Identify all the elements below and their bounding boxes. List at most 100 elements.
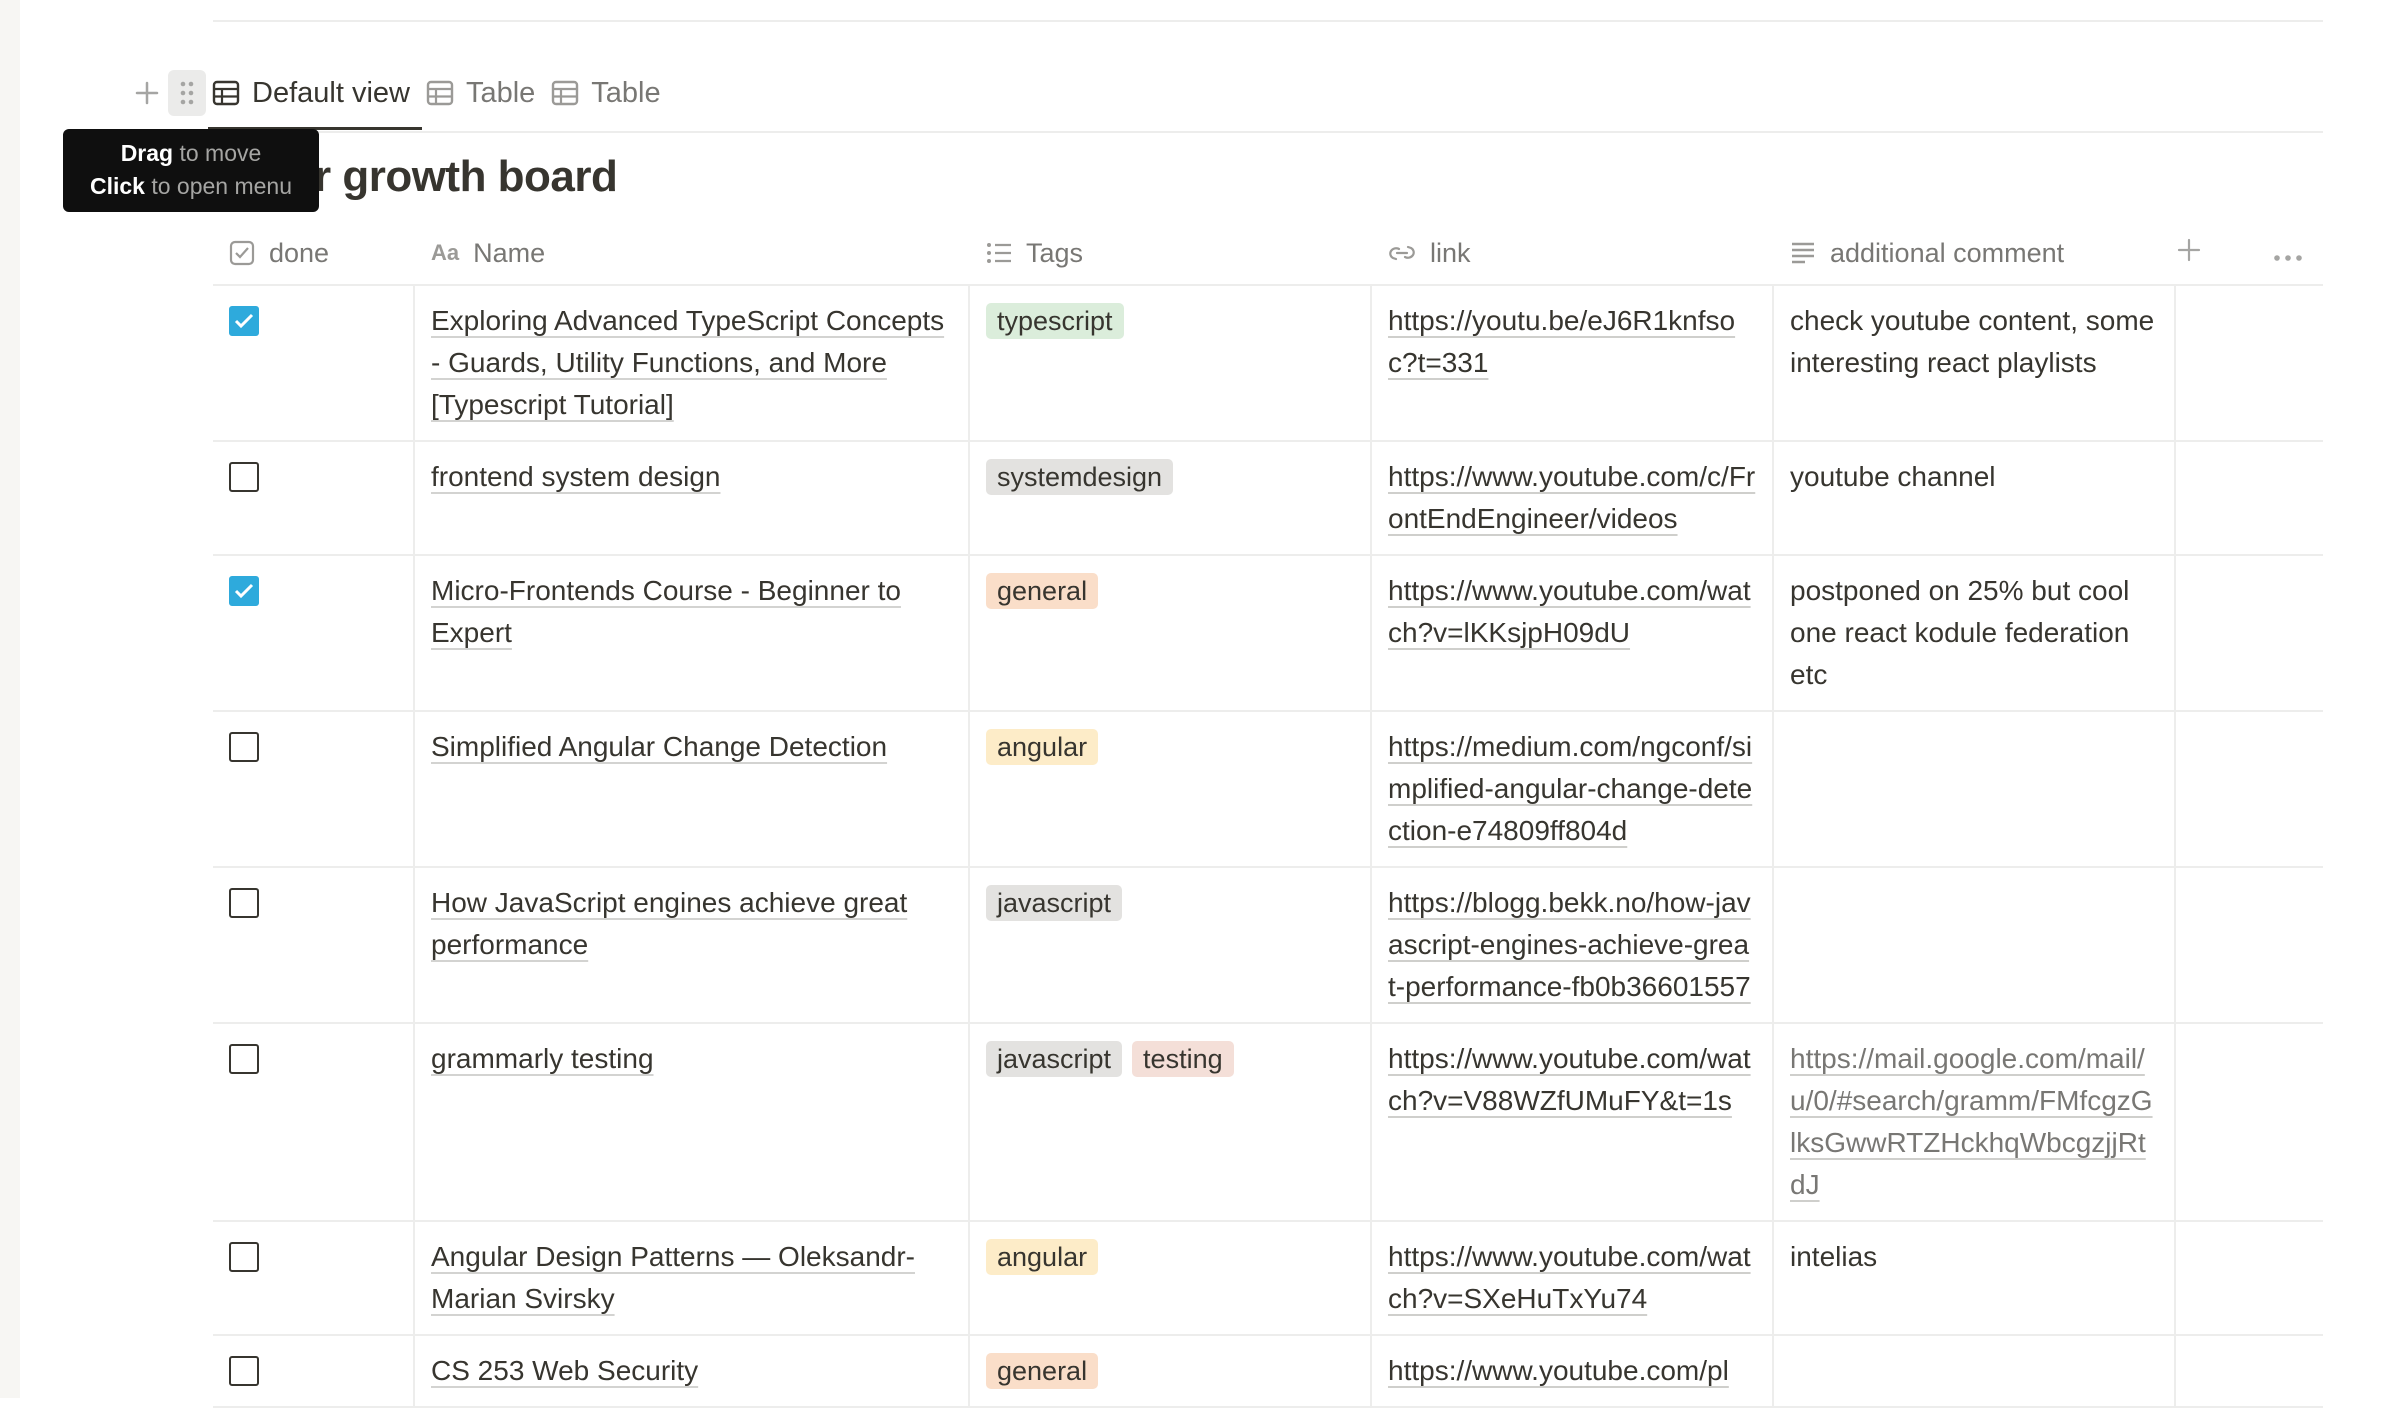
url-link[interactable]: https://medium.com/ngconf/simplified-ang… bbox=[1388, 731, 1752, 846]
tags-cell[interactable]: general bbox=[970, 1336, 1372, 1406]
empty-cell bbox=[2176, 868, 2323, 1022]
url-link[interactable]: https://www.youtube.com/watch?v=V88WZfUM… bbox=[1388, 1043, 1751, 1116]
done-cell bbox=[213, 712, 415, 866]
checkbox-unchecked[interactable] bbox=[229, 1356, 259, 1386]
checkbox-checked[interactable] bbox=[229, 306, 259, 336]
url-link[interactable]: https://youtu.be/eJ6R1knfsoc?t=331 bbox=[1388, 305, 1735, 378]
table-row[interactable]: Exploring Advanced TypeScript Concepts -… bbox=[213, 286, 2323, 442]
name-cell[interactable]: Micro-Frontends Course - Beginner to Exp… bbox=[415, 556, 970, 710]
comment-cell[interactable] bbox=[1774, 712, 2176, 866]
view-tab-label: Default view bbox=[252, 76, 410, 109]
tag-badge: typescript bbox=[986, 303, 1124, 339]
table-view-icon bbox=[551, 79, 579, 107]
tags-cell[interactable]: angular bbox=[970, 1222, 1372, 1334]
add-view-icon[interactable] bbox=[128, 70, 166, 116]
tags-cell[interactable]: systemdesign bbox=[970, 442, 1372, 554]
column-header-done[interactable]: done bbox=[213, 222, 415, 284]
page-title-link[interactable]: grammarly testing bbox=[431, 1043, 654, 1074]
comment-cell[interactable]: postponed on 25% but cool one react kodu… bbox=[1774, 556, 2176, 710]
column-header-comment[interactable]: additional comment bbox=[1774, 222, 2176, 284]
name-cell[interactable]: Simplified Angular Change Detection bbox=[415, 712, 970, 866]
comment-text: postponed on 25% but cool one react kodu… bbox=[1790, 575, 2130, 690]
column-header-tags[interactable]: Tags bbox=[970, 222, 1372, 284]
checkmark-icon bbox=[234, 583, 254, 599]
table-view-icon bbox=[426, 79, 454, 107]
column-header-link[interactable]: link bbox=[1372, 222, 1774, 284]
tags-cell[interactable]: angular bbox=[970, 712, 1372, 866]
page-title-link[interactable]: Exploring Advanced TypeScript Concepts -… bbox=[431, 305, 944, 420]
view-tab-2[interactable]: Table bbox=[547, 62, 672, 124]
name-cell[interactable]: CS 253 Web Security bbox=[415, 1336, 970, 1406]
text-property-icon: Aa bbox=[431, 240, 460, 265]
checkbox-unchecked[interactable] bbox=[229, 732, 259, 762]
checkbox-property-icon bbox=[229, 240, 255, 266]
view-tabs-bar: Default view Table Table bbox=[128, 62, 673, 130]
name-cell[interactable]: frontend system design bbox=[415, 442, 970, 554]
checkmark-icon bbox=[234, 313, 254, 329]
comment-cell[interactable]: intelias bbox=[1774, 1222, 2176, 1334]
url-link[interactable]: https://www.youtube.com/watch?v=SXeHuTxY… bbox=[1388, 1241, 1751, 1314]
empty-cell bbox=[2176, 556, 2323, 710]
add-property-icon[interactable] bbox=[2176, 237, 2202, 270]
column-header-actions bbox=[2176, 222, 2323, 284]
page-title-link[interactable]: How JavaScript engines achieve great per… bbox=[431, 887, 907, 960]
page-title-link[interactable]: Simplified Angular Change Detection bbox=[431, 731, 887, 762]
checkbox-unchecked[interactable] bbox=[229, 462, 259, 492]
link-cell: https://medium.com/ngconf/simplified-ang… bbox=[1372, 712, 1774, 866]
checkbox-unchecked[interactable] bbox=[229, 888, 259, 918]
done-cell bbox=[213, 286, 415, 440]
checkbox-unchecked[interactable] bbox=[229, 1242, 259, 1272]
tag-badge: angular bbox=[986, 729, 1099, 765]
done-cell bbox=[213, 1222, 415, 1334]
tags-cell[interactable]: general bbox=[970, 556, 1372, 710]
column-label-name: Name bbox=[473, 237, 546, 268]
page-title-link[interactable]: Micro-Frontends Course - Beginner to Exp… bbox=[431, 575, 901, 648]
tags-cell[interactable]: typescript bbox=[970, 286, 1372, 440]
url-link[interactable]: https://www.youtube.com/pl bbox=[1388, 1355, 1729, 1386]
table-row[interactable]: Simplified Angular Change Detection angul… bbox=[213, 712, 2323, 868]
url-link[interactable]: https://blogg.bekk.no/how-javascript-eng… bbox=[1388, 887, 1751, 1002]
comment-cell[interactable] bbox=[1774, 1336, 2176, 1406]
column-label-done: done bbox=[269, 237, 330, 268]
comment-text: intelias bbox=[1790, 1241, 1878, 1272]
name-cell[interactable]: How JavaScript engines achieve great per… bbox=[415, 868, 970, 1022]
page-title-link[interactable]: Angular Design Patterns — Oleksandr-Mari… bbox=[431, 1241, 915, 1314]
table-row[interactable]: Micro-Frontends Course - Beginner to Exp… bbox=[213, 556, 2323, 712]
name-cell[interactable]: Exploring Advanced TypeScript Concepts -… bbox=[415, 286, 970, 440]
url-link[interactable]: https://www.youtube.com/c/FrontEndEngine… bbox=[1388, 461, 1755, 534]
link-cell: https://www.youtube.com/watch?v=V88WZfUM… bbox=[1372, 1024, 1774, 1220]
empty-cell bbox=[2176, 1336, 2323, 1406]
table-row[interactable]: frontend system design systemdesign https:… bbox=[213, 442, 2323, 556]
page-title-link[interactable]: frontend system design bbox=[431, 461, 721, 492]
drag-handle-icon[interactable] bbox=[168, 70, 206, 116]
more-options-icon[interactable] bbox=[2273, 238, 2303, 269]
url-link[interactable]: https://www.youtube.com/watch?v=lKKsjpH0… bbox=[1388, 575, 1751, 648]
page-title-link[interactable]: CS 253 Web Security bbox=[431, 1355, 698, 1386]
link-cell: https://www.youtube.com/pl bbox=[1372, 1336, 1774, 1406]
view-tab-label: Table bbox=[465, 76, 536, 109]
name-cell[interactable]: Angular Design Patterns — Oleksandr-Mari… bbox=[415, 1222, 970, 1334]
tags-cell[interactable]: javascript testing bbox=[970, 1024, 1372, 1220]
tag-badge: general bbox=[986, 1353, 1099, 1389]
tag-badge: javascript bbox=[986, 1041, 1123, 1077]
comment-cell[interactable]: check youtube content, some interesting … bbox=[1774, 286, 2176, 440]
comment-cell[interactable]: youtube channel bbox=[1774, 442, 2176, 554]
table-row[interactable]: How JavaScript engines achieve great per… bbox=[213, 868, 2323, 1024]
url-property-icon bbox=[1388, 241, 1416, 265]
comment-text: youtube channel bbox=[1790, 461, 1996, 492]
view-tabs-divider bbox=[128, 131, 2323, 133]
table-row[interactable]: CS 253 Web Security general https://www.yo… bbox=[213, 1336, 2323, 1408]
view-tab-0[interactable]: Default view bbox=[208, 62, 422, 130]
tags-cell[interactable]: javascript bbox=[970, 868, 1372, 1022]
column-header-name[interactable]: Aa Name bbox=[415, 222, 970, 284]
name-cell[interactable]: grammarly testing bbox=[415, 1024, 970, 1220]
comment-cell[interactable] bbox=[1774, 868, 2176, 1022]
table-row[interactable]: Angular Design Patterns — Oleksandr-Mari… bbox=[213, 1222, 2323, 1336]
comment-cell[interactable]: https://mail.google.com/mail/u/0/#search… bbox=[1774, 1024, 2176, 1220]
checkbox-checked[interactable] bbox=[229, 576, 259, 606]
view-tab-1[interactable]: Table bbox=[422, 62, 547, 124]
comment-link[interactable]: https://mail.google.com/mail/u/0/#search… bbox=[1790, 1043, 2153, 1200]
checkbox-unchecked[interactable] bbox=[229, 1044, 259, 1074]
link-cell: https://blogg.bekk.no/how-javascript-eng… bbox=[1372, 868, 1774, 1022]
table-row[interactable]: grammarly testing javascript testing https:… bbox=[213, 1024, 2323, 1222]
